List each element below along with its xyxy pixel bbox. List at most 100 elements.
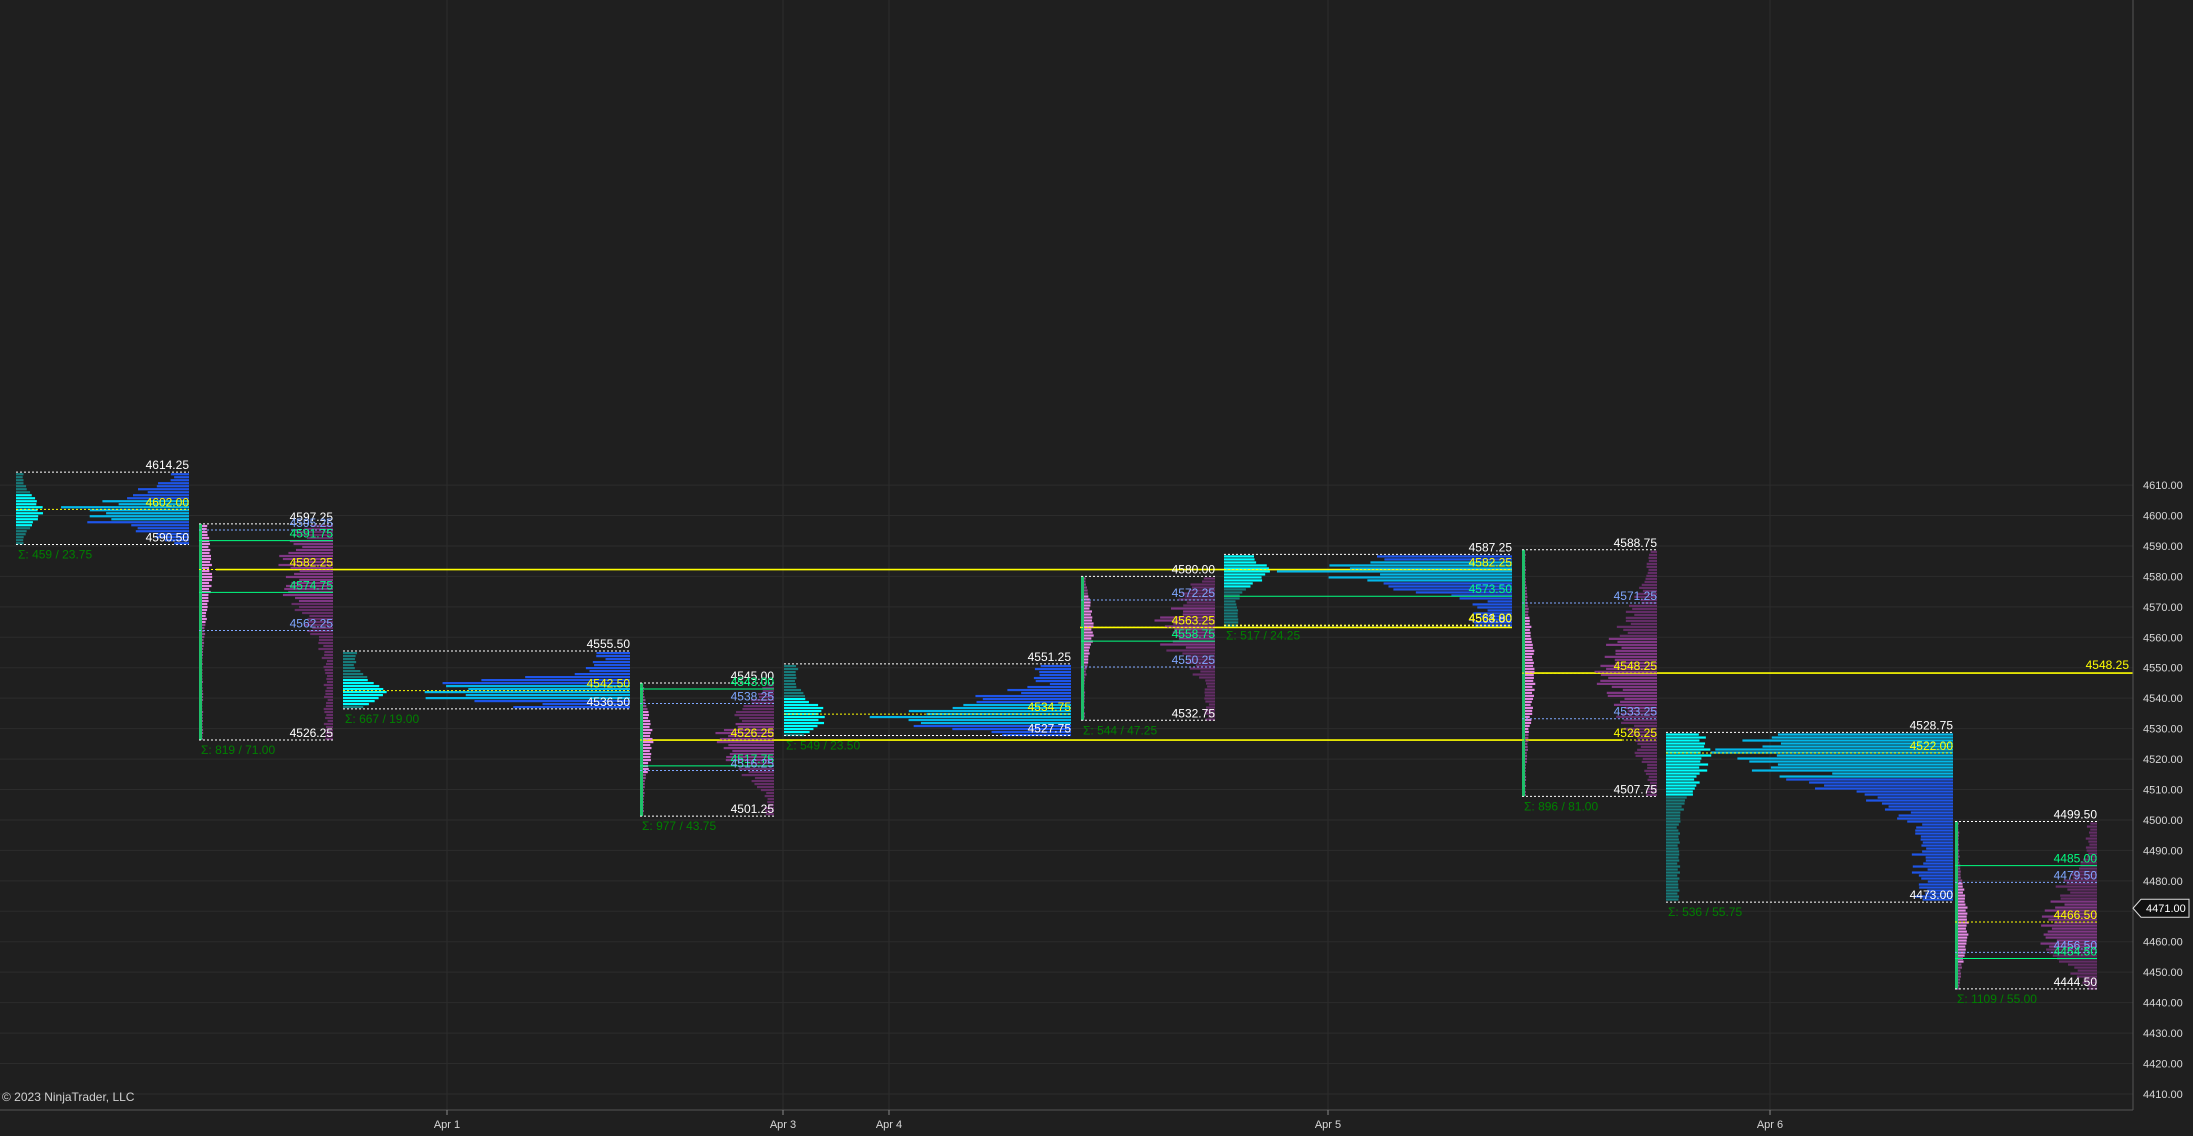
volume-bar-right <box>1648 556 1657 559</box>
profile-3: 4555.50 4536.50 4542.50 Σ: 667 / 19.00 <box>343 637 630 726</box>
volume-bar-left <box>1666 802 1685 805</box>
profile-level-label: 4485.00 <box>2054 852 2098 866</box>
volume-bar-right <box>302 611 333 615</box>
volume-bar-right <box>1192 673 1215 676</box>
profile-high-label: 4528.75 <box>1910 718 1954 732</box>
volume-bar-right <box>2090 828 2097 831</box>
volume-bar-right <box>288 551 333 555</box>
volume-bar-left <box>1666 823 1679 826</box>
volume-bar-left <box>343 669 361 673</box>
volume-bar-right <box>111 518 189 521</box>
volume-bar-left <box>1224 618 1239 621</box>
volume-bar-right <box>2085 837 2097 840</box>
volume-bar-right <box>318 641 333 645</box>
volume-bar-right <box>1459 597 1512 600</box>
profile-footer-label: Σ: 819 / 71.00 <box>201 743 275 757</box>
volume-bar-right <box>326 659 333 663</box>
volume-bar-left <box>343 696 379 700</box>
volume-bar-right <box>324 710 333 714</box>
volume-bar-left <box>1666 784 1697 787</box>
time-tick-label: Apr 3 <box>770 1119 796 1131</box>
volume-bar-right <box>754 776 774 780</box>
volume-bar-left <box>1666 817 1681 820</box>
volume-bar-right <box>1619 634 1657 637</box>
volume-bar-left <box>1666 736 1706 739</box>
volume-bar-right <box>1630 622 1657 625</box>
volume-bar-left <box>1666 811 1681 814</box>
volume-bar-right <box>1627 631 1657 634</box>
profile-level-label: 4591.75 <box>290 527 334 541</box>
volume-bar-left <box>1666 814 1681 817</box>
profile-high-label: 4588.75 <box>1614 536 1658 550</box>
volume-bar-right <box>1623 628 1657 631</box>
volume-bar-right <box>1921 844 1953 847</box>
volume-bar-right <box>1641 760 1657 763</box>
range-bar <box>199 523 202 741</box>
volume-bar-right <box>1888 805 1953 808</box>
volume-bar-left <box>1666 856 1679 859</box>
volume-bar-left <box>784 709 822 713</box>
volume-bar-right <box>324 650 333 654</box>
price-tick-label: 4520.00 <box>2143 754 2183 766</box>
volume-bar-left <box>16 497 36 500</box>
volume-bar-right <box>1616 625 1657 628</box>
volume-bar-right <box>138 488 189 491</box>
volume-bar-right <box>87 521 189 524</box>
volume-bar-right <box>1925 859 1953 862</box>
volume-bar-left <box>784 691 804 695</box>
volume-bar-right <box>158 482 189 485</box>
volume-bar-right <box>1912 865 1953 868</box>
volume-bar-left <box>16 530 27 533</box>
profile-level-label: 4538.25 <box>731 690 775 704</box>
profile-low-label: 4532.75 <box>1172 706 1216 720</box>
volume-bar-right <box>760 788 774 792</box>
volume-bar-left <box>1666 850 1680 853</box>
volume-bar-left <box>16 539 24 542</box>
volume-bar-right <box>869 715 1071 719</box>
volume-bar-left <box>784 706 824 710</box>
volume-bar-right <box>975 694 1071 698</box>
volume-bar-right <box>1911 871 1953 874</box>
profile-high-label: 4499.50 <box>2054 807 2098 821</box>
volume-bar-right <box>1204 691 1215 694</box>
volume-bar-right <box>1646 565 1657 568</box>
volume-bar-left <box>16 527 31 530</box>
volume-bar-left <box>784 727 814 731</box>
volume-bar-left <box>343 690 387 694</box>
volume-bar-right <box>1864 793 1953 796</box>
volume-bar-right <box>170 473 189 476</box>
volume-bar-right <box>1170 607 1215 610</box>
volume-bar-right <box>1640 745 1657 748</box>
volume-profile-chart[interactable]: 4548.25 4614.25 4590.50 4602.00 Σ: 459 / 23… <box>0 0 2193 1136</box>
volume-bar-right <box>1915 832 1953 835</box>
volume-bar-left <box>1224 603 1237 606</box>
volume-bar-right <box>1641 583 1657 586</box>
volume-bar-right <box>594 663 630 667</box>
profile-low-label: 4526.25 <box>290 726 334 740</box>
volume-bar-right <box>1611 685 1657 688</box>
volume-bar-right <box>592 660 630 664</box>
profile-level-label: 4573.50 <box>1469 582 1513 596</box>
volume-bar-left <box>1224 567 1269 570</box>
profile-10: 4499.504444.504485.004479.504466.504456.… <box>1955 807 2098 1006</box>
volume-bar-right <box>1634 751 1657 754</box>
price-tick-label: 4570.00 <box>2143 602 2183 614</box>
price-tick-label: 4560.00 <box>2143 632 2183 644</box>
volume-bar-right <box>2077 969 2097 972</box>
volume-bar-right <box>302 545 333 549</box>
volume-bar-left <box>1224 609 1239 612</box>
volume-bar-right <box>1608 676 1657 679</box>
price-tick-label: 4490.00 <box>2143 845 2183 857</box>
volume-bar-right <box>735 710 774 714</box>
volume-bar-right <box>1637 742 1657 745</box>
volume-bar-left <box>784 718 819 722</box>
volume-bar-right <box>2041 924 2097 927</box>
volume-bar-right <box>326 713 333 717</box>
volume-bar-right <box>1606 643 1657 646</box>
volume-bar-right <box>754 782 774 786</box>
volume-bar-left <box>1224 573 1266 576</box>
volume-bar-right <box>1600 673 1657 676</box>
volume-bar-left <box>1666 835 1679 838</box>
volume-bar-right <box>291 602 333 606</box>
volume-bar-right <box>1824 784 1953 787</box>
